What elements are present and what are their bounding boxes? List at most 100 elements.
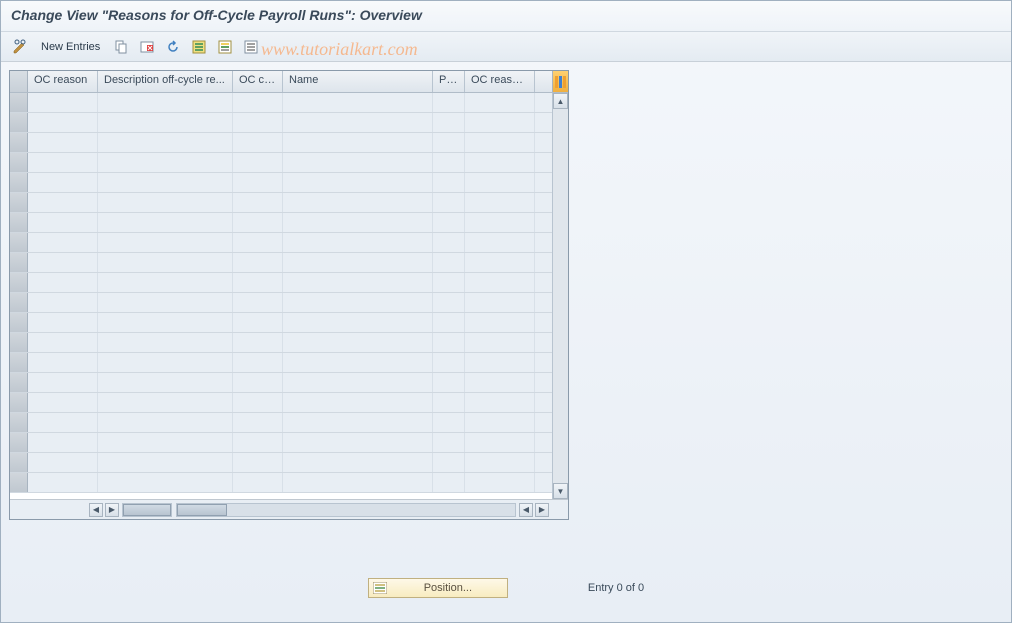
table-cell[interactable]	[98, 193, 233, 212]
table-cell[interactable]	[28, 233, 98, 252]
table-cell[interactable]	[433, 313, 465, 332]
table-cell[interactable]	[283, 433, 433, 452]
copy-button[interactable]	[110, 37, 132, 57]
table-cell[interactable]	[283, 453, 433, 472]
table-cell[interactable]	[283, 253, 433, 272]
column-header[interactable]: OC reason t	[465, 71, 535, 92]
table-cell[interactable]	[28, 133, 98, 152]
row-selector[interactable]	[10, 193, 28, 212]
table-cell[interactable]	[98, 93, 233, 112]
table-cell[interactable]	[233, 93, 283, 112]
row-selector-header[interactable]	[10, 71, 28, 92]
select-block-button[interactable]	[214, 37, 236, 57]
table-cell[interactable]	[28, 193, 98, 212]
table-cell[interactable]	[233, 473, 283, 492]
row-selector[interactable]	[10, 273, 28, 292]
table-cell[interactable]	[283, 413, 433, 432]
table-cell[interactable]	[98, 113, 233, 132]
table-cell[interactable]	[465, 473, 535, 492]
table-cell[interactable]	[433, 433, 465, 452]
table-cell[interactable]	[28, 393, 98, 412]
table-cell[interactable]	[433, 193, 465, 212]
row-selector[interactable]	[10, 213, 28, 232]
table-cell[interactable]	[28, 93, 98, 112]
table-cell[interactable]	[433, 113, 465, 132]
table-cell[interactable]	[233, 313, 283, 332]
table-cell[interactable]	[28, 313, 98, 332]
table-cell[interactable]	[283, 93, 433, 112]
table-cell[interactable]	[433, 353, 465, 372]
table-cell[interactable]	[433, 253, 465, 272]
row-selector[interactable]	[10, 433, 28, 452]
table-cell[interactable]	[98, 293, 233, 312]
table-cell[interactable]	[98, 233, 233, 252]
row-selector[interactable]	[10, 413, 28, 432]
table-cell[interactable]	[98, 133, 233, 152]
table-cell[interactable]	[98, 273, 233, 292]
table-cell[interactable]	[433, 373, 465, 392]
table-cell[interactable]	[433, 413, 465, 432]
table-cell[interactable]	[433, 173, 465, 192]
table-cell[interactable]	[233, 233, 283, 252]
table-cell[interactable]	[465, 113, 535, 132]
table-cell[interactable]	[283, 133, 433, 152]
table-cell[interactable]	[465, 273, 535, 292]
table-cell[interactable]	[98, 413, 233, 432]
table-cell[interactable]	[98, 173, 233, 192]
vertical-scrollbar[interactable]: ▲ ▼	[552, 93, 568, 499]
table-cell[interactable]	[433, 473, 465, 492]
table-cell[interactable]	[283, 333, 433, 352]
row-selector[interactable]	[10, 373, 28, 392]
table-cell[interactable]	[98, 393, 233, 412]
table-cell[interactable]	[283, 473, 433, 492]
row-selector[interactable]	[10, 113, 28, 132]
column-header[interactable]: OC reason	[28, 71, 98, 92]
table-cell[interactable]	[233, 293, 283, 312]
table-cell[interactable]	[98, 433, 233, 452]
table-cell[interactable]	[465, 393, 535, 412]
table-cell[interactable]	[233, 173, 283, 192]
table-cell[interactable]	[465, 413, 535, 432]
table-cell[interactable]	[283, 233, 433, 252]
table-cell[interactable]	[433, 273, 465, 292]
table-cell[interactable]	[465, 173, 535, 192]
table-cell[interactable]	[433, 293, 465, 312]
hscroll-thumb[interactable]	[177, 504, 227, 516]
table-cell[interactable]	[233, 373, 283, 392]
table-cell[interactable]	[283, 313, 433, 332]
row-selector[interactable]	[10, 233, 28, 252]
table-cell[interactable]	[465, 233, 535, 252]
table-cell[interactable]	[283, 153, 433, 172]
scroll-left-button[interactable]: ◀	[89, 503, 103, 517]
table-cell[interactable]	[28, 373, 98, 392]
table-cell[interactable]	[98, 473, 233, 492]
table-cell[interactable]	[28, 213, 98, 232]
table-cell[interactable]	[433, 133, 465, 152]
table-cell[interactable]	[283, 373, 433, 392]
row-selector[interactable]	[10, 293, 28, 312]
table-cell[interactable]	[233, 393, 283, 412]
row-selector[interactable]	[10, 313, 28, 332]
row-selector[interactable]	[10, 133, 28, 152]
column-header[interactable]: Name	[283, 71, 433, 92]
table-cell[interactable]	[28, 293, 98, 312]
column-header[interactable]: Description off-cycle re...	[98, 71, 233, 92]
table-cell[interactable]	[98, 353, 233, 372]
table-cell[interactable]	[465, 253, 535, 272]
column-header[interactable]: OC cat.	[233, 71, 283, 92]
table-config-button[interactable]	[552, 71, 568, 92]
table-cell[interactable]	[433, 153, 465, 172]
table-cell[interactable]	[465, 153, 535, 172]
table-cell[interactable]	[98, 333, 233, 352]
hscroll-track-left[interactable]	[122, 503, 172, 517]
table-cell[interactable]	[465, 293, 535, 312]
row-selector[interactable]	[10, 253, 28, 272]
table-cell[interactable]	[28, 353, 98, 372]
table-cell[interactable]	[233, 333, 283, 352]
table-cell[interactable]	[28, 273, 98, 292]
row-selector[interactable]	[10, 333, 28, 352]
hscroll-thumb-left[interactable]	[123, 504, 171, 516]
table-cell[interactable]	[283, 173, 433, 192]
table-cell[interactable]	[465, 433, 535, 452]
row-selector[interactable]	[10, 353, 28, 372]
